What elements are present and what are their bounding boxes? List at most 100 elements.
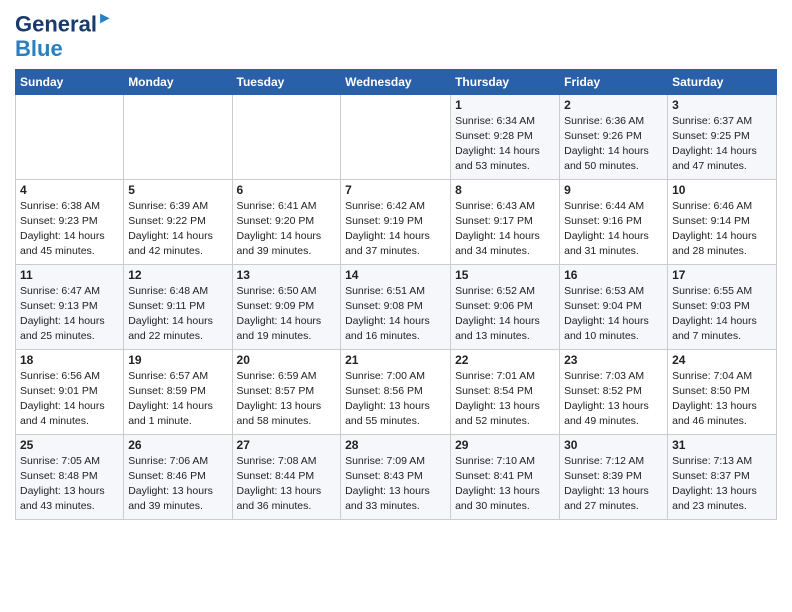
day-info: Sunrise: 6:51 AM Sunset: 9:08 PM Dayligh… [345, 284, 446, 345]
col-header-monday: Monday [124, 69, 232, 94]
day-info: Sunrise: 7:06 AM Sunset: 8:46 PM Dayligh… [128, 454, 227, 515]
calendar-cell: 22Sunrise: 7:01 AM Sunset: 8:54 PM Dayli… [451, 349, 560, 434]
calendar-cell [341, 94, 451, 179]
day-number: 6 [237, 183, 337, 197]
day-info: Sunrise: 6:57 AM Sunset: 8:59 PM Dayligh… [128, 369, 227, 430]
day-info: Sunrise: 6:41 AM Sunset: 9:20 PM Dayligh… [237, 199, 337, 260]
day-info: Sunrise: 7:10 AM Sunset: 8:41 PM Dayligh… [455, 454, 555, 515]
calendar-cell: 6 Sunrise: 6:41 AM Sunset: 9:20 PM Daylig… [232, 179, 341, 264]
calendar-cell: 17 Sunrise: 6:55 AM Sunset: 9:03 PM Dayli… [668, 264, 777, 349]
calendar-cell [16, 94, 124, 179]
logo-text: General► [15, 10, 113, 37]
day-info: Sunrise: 7:08 AM Sunset: 8:44 PM Dayligh… [237, 454, 337, 515]
day-info: Sunrise: 6:48 AM Sunset: 9:11 PM Dayligh… [128, 284, 227, 345]
calendar-cell: 7Sunrise: 6:42 AM Sunset: 9:19 PM Daylig… [341, 179, 451, 264]
calendar-cell [232, 94, 341, 179]
page: General► Blue SundayMondayTuesdayWednesd… [0, 0, 792, 530]
calendar-week-3: 11 Sunrise: 6:47 AM Sunset: 9:13 PM Dayli… [16, 264, 777, 349]
calendar-week-1: 1 Sunrise: 6:34 AM Sunset: 9:28 PM Daylig… [16, 94, 777, 179]
day-number: 11 [20, 268, 119, 282]
calendar-cell: 23Sunrise: 7:03 AM Sunset: 8:52 PM Dayli… [560, 349, 668, 434]
calendar-cell: 25 Sunrise: 7:05 AM Sunset: 8:48 PM Dayli… [16, 434, 124, 519]
day-number: 27 [237, 438, 337, 452]
day-info: Sunrise: 6:46 AM Sunset: 9:14 PM Dayligh… [672, 199, 772, 260]
day-number: 29 [455, 438, 555, 452]
day-info: Sunrise: 7:04 AM Sunset: 8:50 PM Dayligh… [672, 369, 772, 430]
calendar-cell: 8 Sunrise: 6:43 AM Sunset: 9:17 PM Daylig… [451, 179, 560, 264]
day-number: 8 [455, 183, 555, 197]
calendar-cell: 21Sunrise: 7:00 AM Sunset: 8:56 PM Dayli… [341, 349, 451, 434]
calendar-week-4: 18 Sunrise: 6:56 AM Sunset: 9:01 PM Dayli… [16, 349, 777, 434]
calendar-cell: 3 Sunrise: 6:37 AM Sunset: 9:25 PM Daylig… [668, 94, 777, 179]
day-info: Sunrise: 7:03 AM Sunset: 8:52 PM Dayligh… [564, 369, 663, 430]
calendar-cell: 29 Sunrise: 7:10 AM Sunset: 8:41 PM Dayli… [451, 434, 560, 519]
day-number: 26 [128, 438, 227, 452]
calendar-cell: 4Sunrise: 6:38 AM Sunset: 9:23 PM Daylig… [16, 179, 124, 264]
day-number: 16 [564, 268, 663, 282]
calendar-cell: 10 Sunrise: 6:46 AM Sunset: 9:14 PM Dayli… [668, 179, 777, 264]
day-number: 22 [455, 353, 555, 367]
calendar-cell: 11 Sunrise: 6:47 AM Sunset: 9:13 PM Dayli… [16, 264, 124, 349]
day-info: Sunrise: 6:53 AM Sunset: 9:04 PM Dayligh… [564, 284, 663, 345]
day-number: 18 [20, 353, 119, 367]
day-number: 7 [345, 183, 446, 197]
calendar-cell: 19 Sunrise: 6:57 AM Sunset: 8:59 PM Dayli… [124, 349, 232, 434]
calendar-cell: 13 Sunrise: 6:50 AM Sunset: 9:09 PM Dayli… [232, 264, 341, 349]
day-number: 20 [237, 353, 337, 367]
day-number: 10 [672, 183, 772, 197]
day-info: Sunrise: 6:55 AM Sunset: 9:03 PM Dayligh… [672, 284, 772, 345]
calendar-table: SundayMondayTuesdayWednesdayThursdayFrid… [15, 69, 777, 520]
day-info: Sunrise: 7:12 AM Sunset: 8:39 PM Dayligh… [564, 454, 663, 515]
day-info: Sunrise: 7:09 AM Sunset: 8:43 PM Dayligh… [345, 454, 446, 515]
col-header-wednesday: Wednesday [341, 69, 451, 94]
col-header-friday: Friday [560, 69, 668, 94]
day-number: 13 [237, 268, 337, 282]
calendar-cell: 1 Sunrise: 6:34 AM Sunset: 9:28 PM Daylig… [451, 94, 560, 179]
day-number: 25 [20, 438, 119, 452]
calendar-week-2: 4Sunrise: 6:38 AM Sunset: 9:23 PM Daylig… [16, 179, 777, 264]
calendar-cell: 18 Sunrise: 6:56 AM Sunset: 9:01 PM Dayli… [16, 349, 124, 434]
day-number: 9 [564, 183, 663, 197]
calendar-header-row: SundayMondayTuesdayWednesdayThursdayFrid… [16, 69, 777, 94]
day-number: 2 [564, 98, 663, 112]
col-header-thursday: Thursday [451, 69, 560, 94]
day-number: 3 [672, 98, 772, 112]
day-number: 28 [345, 438, 446, 452]
day-info: Sunrise: 7:05 AM Sunset: 8:48 PM Dayligh… [20, 454, 119, 515]
day-info: Sunrise: 6:43 AM Sunset: 9:17 PM Dayligh… [455, 199, 555, 260]
logo-blue: Blue [15, 37, 63, 61]
calendar-cell: 5 Sunrise: 6:39 AM Sunset: 9:22 PM Daylig… [124, 179, 232, 264]
day-info: Sunrise: 7:00 AM Sunset: 8:56 PM Dayligh… [345, 369, 446, 430]
day-number: 14 [345, 268, 446, 282]
day-info: Sunrise: 6:34 AM Sunset: 9:28 PM Dayligh… [455, 114, 555, 175]
day-number: 4 [20, 183, 119, 197]
calendar-cell: 28 Sunrise: 7:09 AM Sunset: 8:43 PM Dayli… [341, 434, 451, 519]
day-number: 1 [455, 98, 555, 112]
calendar-cell: 12 Sunrise: 6:48 AM Sunset: 9:11 PM Dayli… [124, 264, 232, 349]
day-info: Sunrise: 6:47 AM Sunset: 9:13 PM Dayligh… [20, 284, 119, 345]
day-info: Sunrise: 6:56 AM Sunset: 9:01 PM Dayligh… [20, 369, 119, 430]
day-number: 24 [672, 353, 772, 367]
day-number: 19 [128, 353, 227, 367]
calendar-cell: 16 Sunrise: 6:53 AM Sunset: 9:04 PM Dayli… [560, 264, 668, 349]
day-number: 30 [564, 438, 663, 452]
day-info: Sunrise: 6:59 AM Sunset: 8:57 PM Dayligh… [237, 369, 337, 430]
day-info: Sunrise: 6:44 AM Sunset: 9:16 PM Dayligh… [564, 199, 663, 260]
calendar-cell: 20 Sunrise: 6:59 AM Sunset: 8:57 PM Dayli… [232, 349, 341, 434]
day-info: Sunrise: 7:13 AM Sunset: 8:37 PM Dayligh… [672, 454, 772, 515]
header: General► Blue [15, 10, 777, 61]
col-header-saturday: Saturday [668, 69, 777, 94]
day-number: 31 [672, 438, 772, 452]
day-info: Sunrise: 6:37 AM Sunset: 9:25 PM Dayligh… [672, 114, 772, 175]
day-info: Sunrise: 6:50 AM Sunset: 9:09 PM Dayligh… [237, 284, 337, 345]
col-header-sunday: Sunday [16, 69, 124, 94]
calendar-cell [124, 94, 232, 179]
logo: General► Blue [15, 10, 113, 61]
day-number: 5 [128, 183, 227, 197]
calendar-cell: 14 Sunrise: 6:51 AM Sunset: 9:08 PM Dayli… [341, 264, 451, 349]
day-number: 17 [672, 268, 772, 282]
day-info: Sunrise: 6:39 AM Sunset: 9:22 PM Dayligh… [128, 199, 227, 260]
calendar-cell: 24 Sunrise: 7:04 AM Sunset: 8:50 PM Dayli… [668, 349, 777, 434]
day-number: 12 [128, 268, 227, 282]
calendar-cell: 26 Sunrise: 7:06 AM Sunset: 8:46 PM Dayli… [124, 434, 232, 519]
